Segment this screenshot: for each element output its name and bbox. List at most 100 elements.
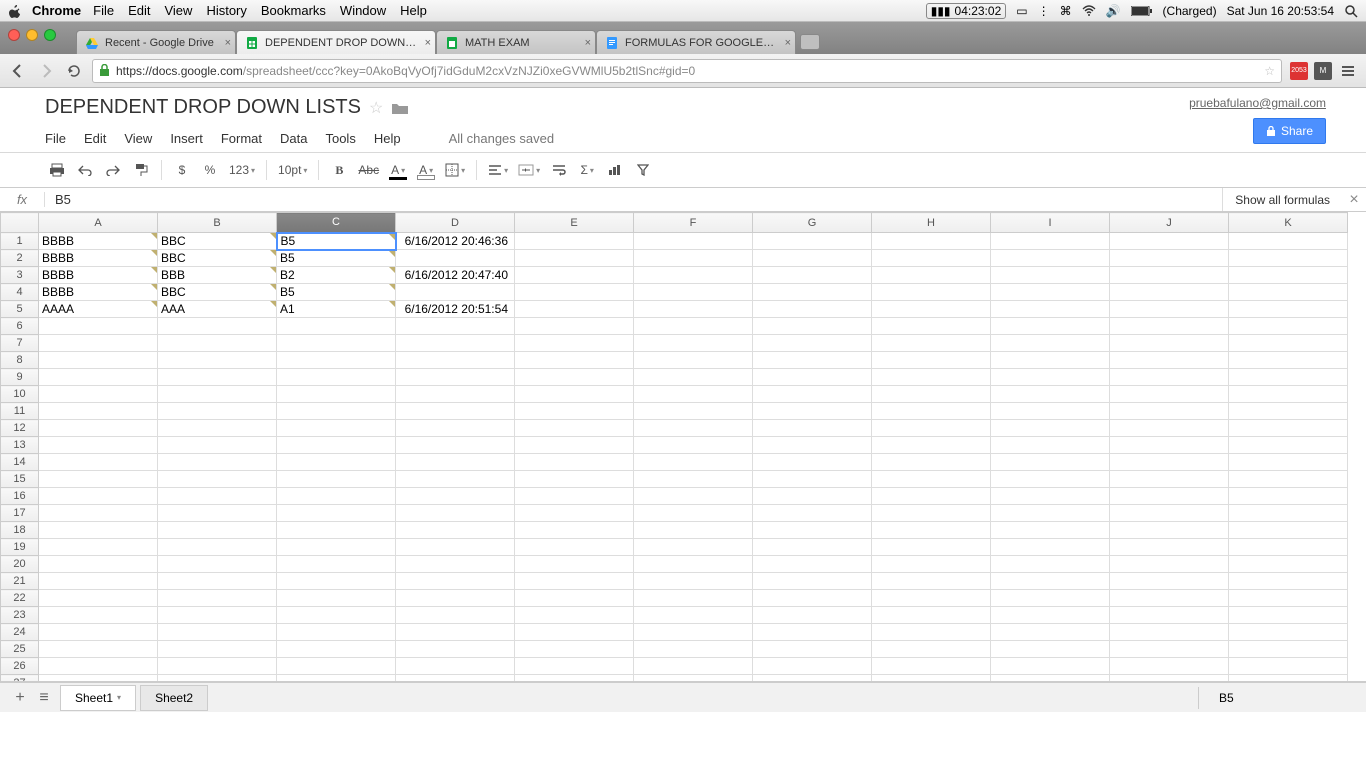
cell-D14[interactable] [396,454,515,471]
validation-icon[interactable] [270,233,276,239]
bookmark-star-icon[interactable]: ☆ [1264,64,1275,78]
cell-K4[interactable] [1229,284,1348,301]
row-header-11[interactable]: 11 [1,403,39,420]
col-header-G[interactable]: G [753,213,872,233]
cell-B1[interactable]: BBC [158,233,277,250]
validation-icon[interactable] [270,301,276,307]
cell-B20[interactable] [158,556,277,573]
row-header-27[interactable]: 27 [1,675,39,683]
cell-H20[interactable] [872,556,991,573]
print-icon[interactable] [45,158,69,182]
cell-C5[interactable]: A1 [277,301,396,318]
cell-H21[interactable] [872,573,991,590]
cell-A5[interactable]: AAAA [39,301,158,318]
cell-B22[interactable] [158,590,277,607]
cell-J27[interactable] [1110,675,1229,683]
col-header-B[interactable]: B [158,213,277,233]
cell-K12[interactable] [1229,420,1348,437]
cell-I2[interactable] [991,250,1110,267]
cell-G16[interactable] [753,488,872,505]
user-email[interactable]: pruebafulano@gmail.com [1189,96,1326,110]
row-header-2[interactable]: 2 [1,250,39,267]
cell-C16[interactable] [277,488,396,505]
cell-H12[interactable] [872,420,991,437]
cell-J9[interactable] [1110,369,1229,386]
validation-icon[interactable] [389,234,395,240]
reload-button[interactable] [64,61,84,81]
cell-D2[interactable] [396,250,515,267]
cell-F21[interactable] [634,573,753,590]
bluetooth-icon[interactable]: ⌘ [1060,4,1072,18]
mac-menu-edit[interactable]: Edit [128,3,150,18]
col-header-C[interactable]: C [277,213,396,233]
tab-close-icon[interactable]: × [785,37,791,49]
row-header-10[interactable]: 10 [1,386,39,403]
cell-G11[interactable] [753,403,872,420]
cell-J3[interactable] [1110,267,1229,284]
cell-D9[interactable] [396,369,515,386]
wrap-icon[interactable] [547,158,571,182]
cell-A21[interactable] [39,573,158,590]
cell-B16[interactable] [158,488,277,505]
validation-icon[interactable] [389,267,395,273]
fill-color-icon[interactable]: A▾ [414,158,438,182]
omnibox[interactable]: https://docs.google.com/spreadsheet/ccc?… [92,59,1282,83]
menu-file[interactable]: File [45,131,66,146]
cell-J10[interactable] [1110,386,1229,403]
cell-I12[interactable] [991,420,1110,437]
cell-C4[interactable]: B5 [277,284,396,301]
doc-title[interactable]: DEPENDENT DROP DOWN LISTS [45,96,361,119]
cell-B15[interactable] [158,471,277,488]
cell-H8[interactable] [872,352,991,369]
cell-E22[interactable] [515,590,634,607]
strikethrough-icon[interactable]: Abc [355,158,382,182]
cell-D4[interactable] [396,284,515,301]
formula-input[interactable]: B5 [45,192,1222,207]
row-header-18[interactable]: 18 [1,522,39,539]
row-header-5[interactable]: 5 [1,301,39,318]
validation-icon[interactable] [270,284,276,290]
cell-B19[interactable] [158,539,277,556]
doc-folder-icon[interactable] [391,101,409,115]
cell-E26[interactable] [515,658,634,675]
cell-D19[interactable] [396,539,515,556]
cell-A11[interactable] [39,403,158,420]
cell-E9[interactable] [515,369,634,386]
cell-A27[interactable] [39,675,158,683]
cell-J17[interactable] [1110,505,1229,522]
cell-K25[interactable] [1229,641,1348,658]
mac-menu-bookmarks[interactable]: Bookmarks [261,3,326,18]
cell-C10[interactable] [277,386,396,403]
cell-D10[interactable] [396,386,515,403]
browser-tab-drive[interactable]: Recent - Google Drive × [76,30,236,54]
cell-H19[interactable] [872,539,991,556]
cell-G21[interactable] [753,573,872,590]
cell-D3[interactable]: 6/16/2012 20:47:40 [396,267,515,284]
cell-K8[interactable] [1229,352,1348,369]
spotlight-icon[interactable] [1344,4,1358,18]
cell-H5[interactable] [872,301,991,318]
cell-F7[interactable] [634,335,753,352]
cell-I7[interactable] [991,335,1110,352]
menu-tools[interactable]: Tools [325,131,355,146]
cell-B27[interactable] [158,675,277,683]
cell-B2[interactable]: BBC [158,250,277,267]
show-all-formulas-button[interactable]: Show all formulas [1222,188,1342,211]
wifi-icon[interactable] [1082,5,1096,17]
cell-F8[interactable] [634,352,753,369]
cell-K6[interactable] [1229,318,1348,335]
new-tab-button[interactable] [800,34,820,50]
validation-icon[interactable] [389,301,395,307]
row-header-12[interactable]: 12 [1,420,39,437]
cell-E19[interactable] [515,539,634,556]
col-header-H[interactable]: H [872,213,991,233]
cell-I15[interactable] [991,471,1110,488]
col-header-I[interactable]: I [991,213,1110,233]
cell-K24[interactable] [1229,624,1348,641]
undo-icon[interactable] [73,158,97,182]
apple-icon[interactable] [8,4,22,18]
cell-A9[interactable] [39,369,158,386]
cell-J24[interactable] [1110,624,1229,641]
filter-icon[interactable] [631,158,655,182]
cell-E27[interactable] [515,675,634,683]
